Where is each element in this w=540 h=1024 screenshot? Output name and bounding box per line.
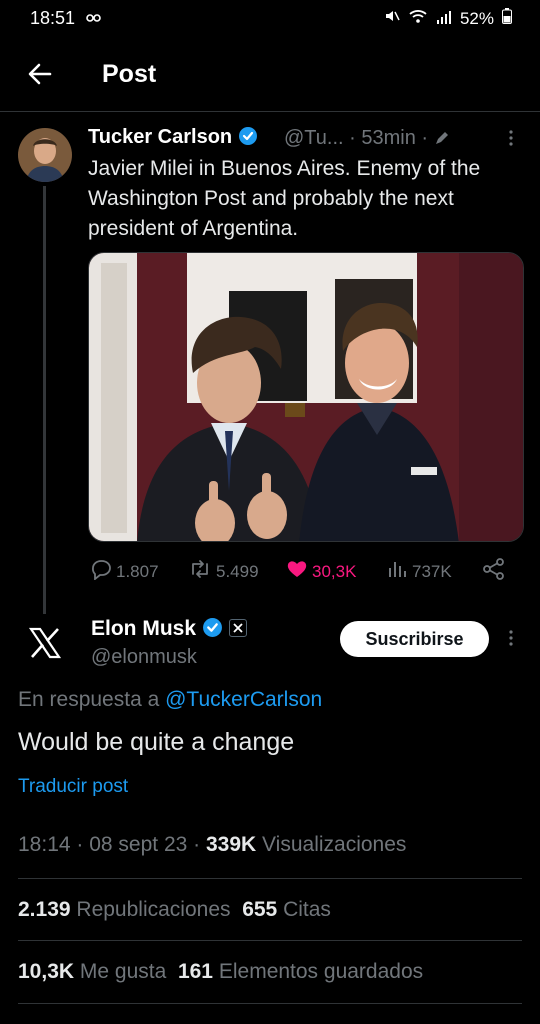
verified-badge-icon	[202, 617, 223, 644]
main-handle[interactable]: @elonmusk	[91, 646, 197, 669]
repost-stats-row: 2.139 Republicaciones 655 Citas	[18, 898, 331, 922]
x-affiliate-badge-icon	[228, 619, 247, 637]
edit-icon	[434, 127, 450, 149]
post-photo[interactable]	[88, 252, 524, 542]
translate-link[interactable]: Traducir post	[18, 776, 128, 798]
tucker-avatar[interactable]	[18, 128, 72, 182]
page-title: Post	[102, 60, 157, 88]
quoted-time: · 53min ·	[349, 127, 429, 149]
heart-filled-icon	[286, 558, 308, 585]
quoted-handle[interactable]: @Tu...	[284, 127, 344, 149]
reply-prefix: En respuesta a	[18, 688, 160, 711]
post-timestamp-row: 18:14 · 08 sept 23 · 339K Visualizacione…	[18, 833, 407, 856]
status-time: 18:51	[30, 8, 76, 28]
top-header: Post	[0, 48, 540, 112]
views-icon	[386, 558, 408, 585]
quoted-author[interactable]: Tucker Carlson	[88, 126, 258, 152]
status-bar: 18:51 52%	[0, 0, 540, 40]
bookmarks-total[interactable]: 161	[178, 960, 213, 983]
subscribe-button[interactable]: Suscribirse	[340, 621, 489, 657]
views-count: 737K	[412, 561, 452, 581]
repost-count: 5.499	[216, 561, 259, 581]
x-logo-avatar-icon[interactable]	[28, 626, 62, 660]
quoted-more-icon[interactable]	[506, 128, 516, 148]
divider	[18, 940, 522, 941]
reply-icon	[90, 558, 112, 585]
likes-label[interactable]: Me gusta	[80, 960, 166, 983]
post-date: 08 sept 23	[89, 833, 188, 856]
main-author-name[interactable]: Elon Musk	[91, 617, 196, 640]
bookmarks-label[interactable]: Elementos guardados	[219, 960, 423, 983]
signal-icon	[436, 9, 452, 29]
reply-context: En respuesta a @TuckerCarlson	[18, 688, 322, 712]
reply-count: 1.807	[116, 561, 159, 581]
main-author[interactable]: Elon Musk	[91, 617, 247, 644]
verified-badge-icon	[238, 126, 258, 152]
divider	[18, 1003, 522, 1004]
thread-line	[43, 186, 46, 614]
quoted-author-name[interactable]: Tucker Carlson	[88, 126, 232, 148]
reposts-total[interactable]: 2.139	[18, 898, 71, 921]
quoted-post-text: Javier Milei in Buenos Aires. Enemy of t…	[88, 157, 481, 240]
divider	[18, 878, 522, 879]
quoted-meta: @Tu... · 53min ·	[284, 127, 450, 150]
wifi-icon	[408, 8, 428, 29]
main-post-text: Would be quite a change	[18, 728, 295, 756]
reposts-label[interactable]: Republicaciones	[76, 898, 230, 921]
repost-icon	[188, 558, 212, 585]
battery-percent: 52%	[459, 8, 494, 28]
share-icon	[482, 558, 506, 585]
views-total: 339K	[206, 833, 257, 856]
post-time: 18:14	[18, 833, 71, 856]
views-label: Visualizaciones	[262, 833, 407, 856]
mute-icon	[384, 8, 400, 29]
reply-mention-link[interactable]: @TuckerCarlson	[165, 688, 322, 711]
like-stats-row: 10,3K Me gusta 161 Elementos guardados	[18, 960, 423, 984]
views-action[interactable]: 737K	[386, 558, 452, 585]
link-icon	[86, 10, 102, 28]
repost-action[interactable]: 5.499	[188, 558, 259, 585]
quoted-actions: 1.807 5.499 30,3K 737K	[88, 558, 518, 588]
likes-total[interactable]: 10,3K	[18, 960, 74, 983]
back-arrow-icon[interactable]	[26, 60, 54, 88]
like-count: 30,3K	[312, 561, 357, 581]
quotes-label[interactable]: Citas	[283, 898, 331, 921]
share-action[interactable]	[482, 558, 506, 585]
like-action[interactable]: 30,3K	[286, 558, 356, 585]
reply-action[interactable]: 1.807	[90, 558, 159, 585]
main-more-icon[interactable]	[506, 628, 516, 648]
quotes-total[interactable]: 655	[242, 898, 277, 921]
battery-icon	[502, 8, 512, 29]
